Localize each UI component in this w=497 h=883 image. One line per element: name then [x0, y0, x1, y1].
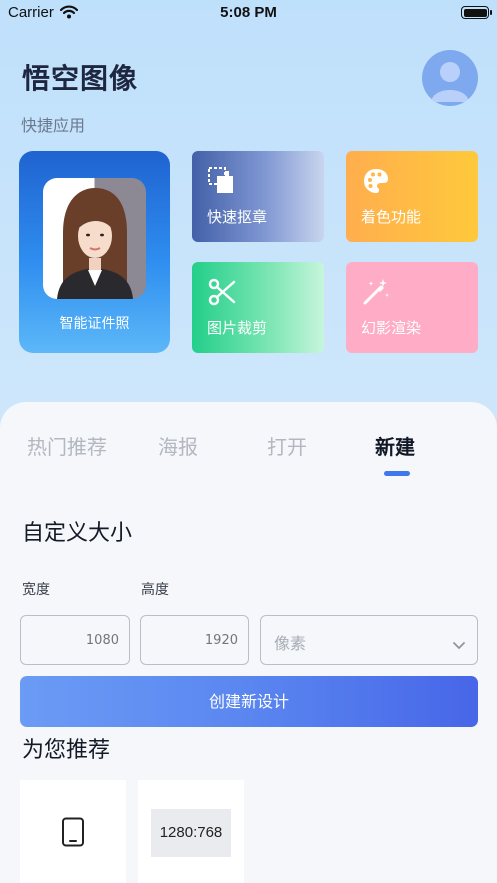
recommend-card-ratio[interactable]: 1280:768	[138, 780, 244, 883]
id-photo-label: 智能证件照	[59, 316, 130, 332]
create-design-button[interactable]: 创建新设计	[20, 676, 478, 727]
recommend-card-tablet[interactable]	[20, 780, 126, 883]
palette-icon	[361, 166, 391, 196]
tab-open[interactable]: 打开	[267, 431, 307, 460]
height-label: 高度	[141, 582, 169, 598]
coloring-tile[interactable]: 着色功能	[346, 151, 478, 242]
portrait-photo	[43, 178, 146, 299]
quick-cutout-tile[interactable]: 快速抠章	[192, 151, 324, 242]
phantom-render-tile[interactable]: 幻影渲染	[346, 262, 478, 353]
battery-icon	[461, 6, 492, 19]
tab-poster[interactable]: 海报	[158, 431, 198, 460]
ratio-label: 1280:768	[151, 809, 231, 857]
quick-apps-title: 快捷应用	[21, 116, 86, 135]
width-input[interactable]	[20, 615, 130, 665]
unit-value: 像素	[274, 634, 307, 653]
quick-cutout-label: 快速抠章	[207, 208, 268, 226]
magic-wand-icon	[361, 277, 391, 307]
status-bar: Carrier 5:08 PM	[0, 0, 497, 26]
image-crop-label: 图片裁剪	[207, 319, 268, 337]
status-time: 5:08 PM	[220, 4, 277, 21]
cutout-icon	[207, 166, 237, 196]
coloring-label: 着色功能	[361, 208, 422, 226]
tablet-icon	[61, 817, 85, 851]
custom-size-title: 自定义大小	[22, 521, 133, 546]
height-input[interactable]	[140, 615, 249, 665]
scissors-icon	[207, 277, 237, 307]
id-photo-card[interactable]: 智能证件照	[19, 151, 170, 353]
chevron-down-icon	[453, 635, 465, 654]
phantom-render-label: 幻影渲染	[361, 319, 422, 337]
recommend-title: 为您推荐	[22, 738, 111, 763]
app-title: 悟空图像	[22, 62, 139, 95]
tab-hot-picks[interactable]: 热门推荐	[27, 431, 107, 460]
unit-select[interactable]: 像素	[260, 615, 478, 665]
image-crop-tile[interactable]: 图片裁剪	[192, 262, 324, 353]
tab-new[interactable]: 新建	[375, 431, 415, 460]
width-label: 宽度	[22, 582, 50, 598]
user-avatar-icon[interactable]	[422, 50, 478, 106]
active-tab-indicator	[384, 471, 410, 476]
